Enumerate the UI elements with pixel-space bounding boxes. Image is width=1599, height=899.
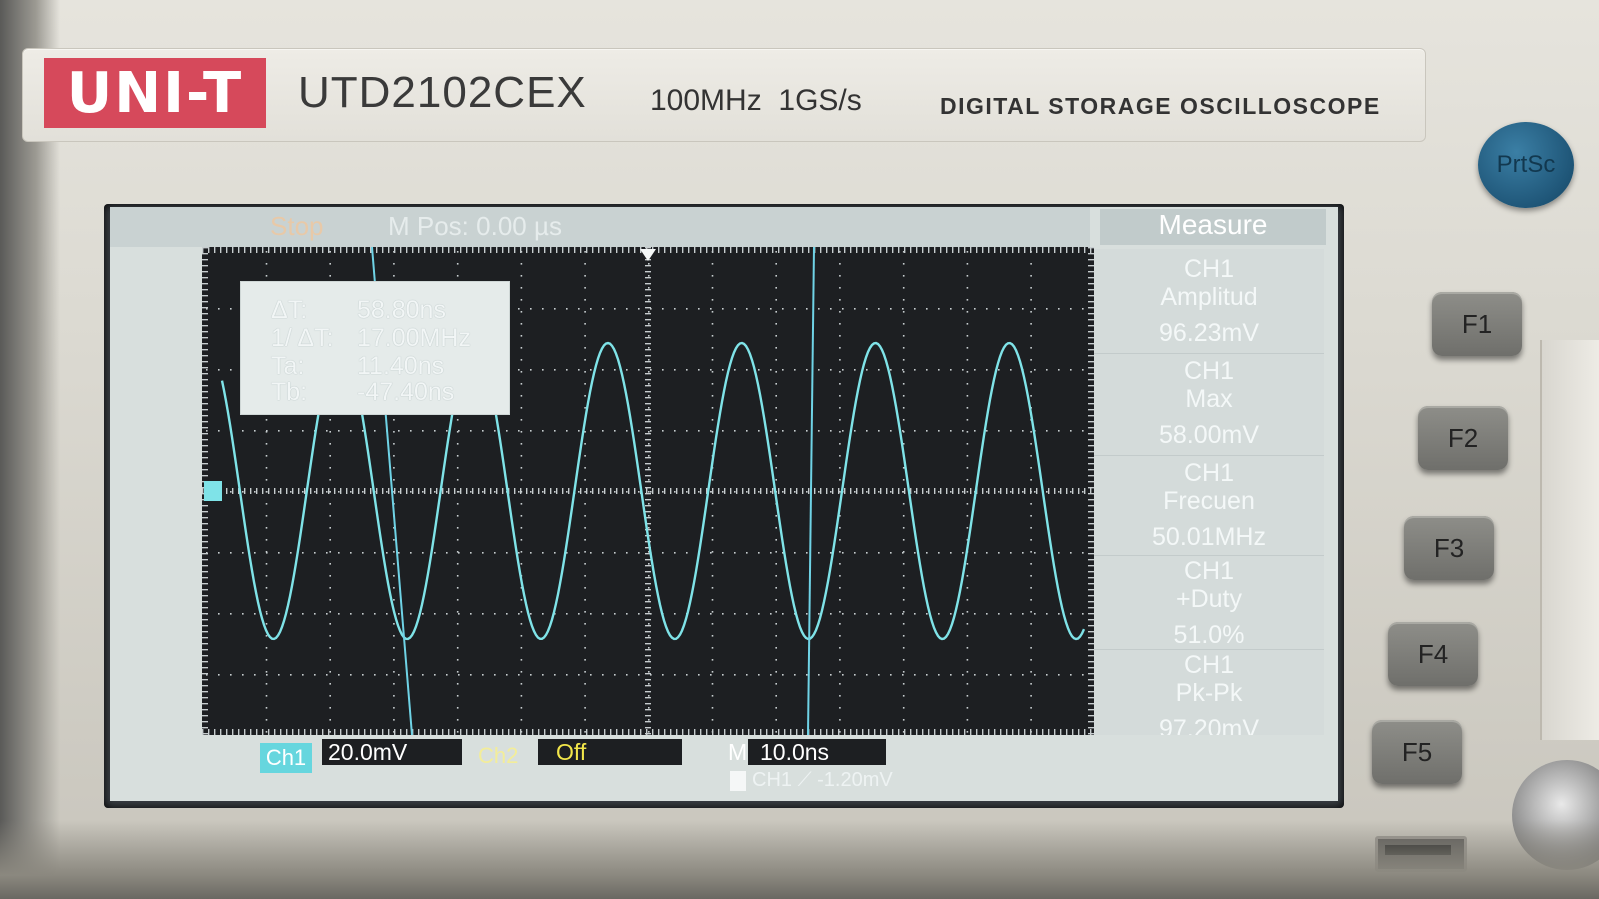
measure-channel: CH1 (1183, 459, 1234, 487)
measure-name: Pk-Pk (1175, 679, 1243, 707)
measure-item-frequency[interactable]: CH1 Frecuen 50.01MHz (1094, 459, 1324, 556)
status-bar (110, 207, 1090, 247)
main-position: M Pos: 0.00 µs (388, 211, 562, 241)
run-status: Stop (270, 211, 324, 241)
f1-button[interactable]: F1 (1432, 292, 1522, 356)
model-name: UTD2102CEX (298, 68, 587, 117)
measure-channel: CH1 (1183, 357, 1234, 385)
cursor-ta-row: Ta: 11.40ns (271, 352, 444, 381)
cursor-label: 1/ ΔT: (271, 324, 334, 352)
measure-name: Frecuen (1163, 487, 1255, 515)
cursor-value: 58.80ns (357, 296, 446, 324)
cursor-delta-row: ΔT: 58.80ns (271, 296, 446, 325)
f3-button[interactable]: F3 (1404, 516, 1494, 580)
timebase-value: 10.0ns (748, 739, 886, 765)
cursor-tb-row: Tb: -47.40ns (271, 378, 454, 407)
measure-item-duty[interactable]: CH1 +Duty 51.0% (1094, 557, 1324, 650)
measure-item-amplitude[interactable]: CH1 Amplitud 96.23mV (1094, 255, 1324, 354)
measure-value: 58.00mV (1158, 421, 1260, 449)
trigger-text: CH1 ⟋ -1.20mV (752, 769, 893, 791)
measure-item-pkpk[interactable]: CH1 Pk-Pk 97.20mV (1094, 651, 1324, 743)
measure-menu-title[interactable]: Measure (1100, 209, 1326, 245)
oscilloscope-screen: Stop M Pos: 0.00 µs ΔT: 58.80ns 1/ ΔT: 17.… (110, 207, 1338, 801)
f2-button[interactable]: F2 (1418, 406, 1508, 470)
ch2-volts-div: Off (538, 739, 682, 765)
cursor-label: ΔT: (271, 296, 308, 324)
cursor-label: Ta: (271, 352, 305, 380)
f5-button[interactable]: F5 (1372, 720, 1462, 784)
measure-channel: CH1 (1183, 255, 1234, 283)
cursor-value: 17.00MHz (357, 324, 471, 352)
brand-logo: UNI-T (44, 58, 266, 128)
f4-button[interactable]: F4 (1388, 622, 1478, 686)
trigger-icon (730, 770, 746, 791)
cursor-readout: ΔT: 58.80ns 1/ ΔT: 17.00MHz Ta: 11.40ns Tb:… (240, 281, 510, 415)
measure-name: Amplitud (1160, 283, 1258, 311)
cursor-value: -47.40ns (357, 378, 455, 406)
measure-value: 96.23mV (1158, 319, 1260, 347)
measure-channel: CH1 (1183, 651, 1234, 679)
trigger-position-marker (640, 249, 656, 261)
trigger-status: CH1 ⟋ -1.20mV (730, 769, 893, 792)
measure-name: Max (1185, 385, 1233, 413)
device-type: DIGITAL STORAGE OSCILLOSCOPE (940, 93, 1381, 119)
timebase-tag: M (728, 739, 748, 765)
bottom-shadow (0, 820, 1599, 899)
ch2-tag[interactable]: Ch2 (478, 743, 518, 769)
measure-channel: CH1 (1183, 557, 1234, 585)
measure-item-max[interactable]: CH1 Max 58.00mV (1094, 357, 1324, 456)
ch1-tag[interactable]: Ch1 (260, 743, 312, 773)
measure-value: 51.0% (1173, 621, 1245, 649)
cursor-value: 11.40ns (357, 352, 445, 380)
measure-value: 50.01MHz (1152, 523, 1266, 551)
side-panel (1540, 340, 1599, 740)
spec-label: 100MHz 1GS/s (650, 84, 862, 117)
measure-name: +Duty (1175, 585, 1242, 613)
ch1-ground-marker (204, 481, 222, 501)
ch1-volts-div: 20.0mV (322, 739, 462, 765)
cursor-label: Tb: (271, 378, 308, 406)
cursor-inverse-row: 1/ ΔT: 17.00MHz (271, 324, 471, 353)
measure-panel: CH1 Amplitud 96.23mV CH1 Max 58.00mV CH1… (1094, 249, 1324, 743)
prtsc-button[interactable]: PrtSc (1478, 122, 1574, 208)
